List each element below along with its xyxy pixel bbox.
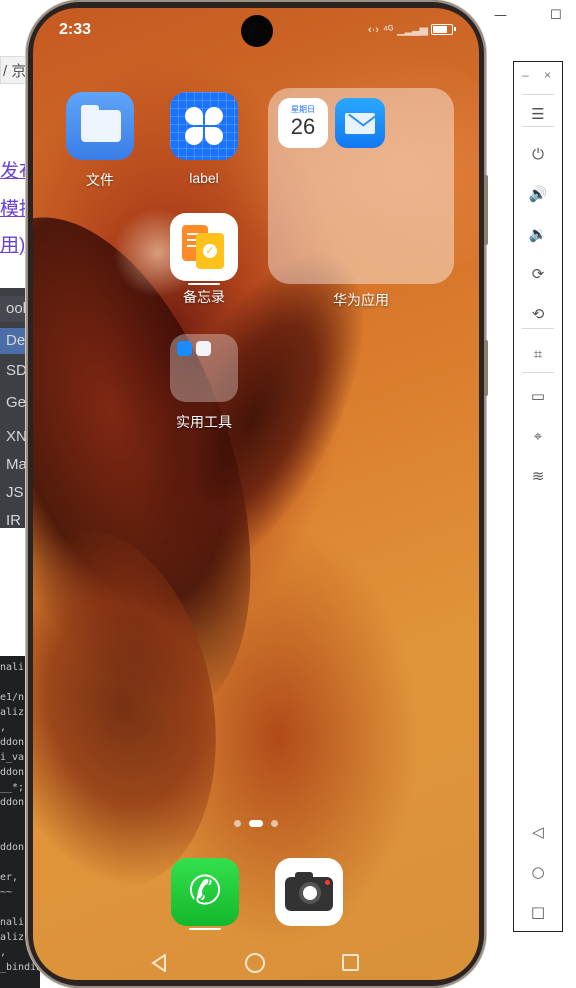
nav-recents-icon[interactable]: □ [523,898,553,926]
page-dot[interactable] [271,820,278,827]
battery-glyph: ▭ [530,387,546,405]
calculator-icon [196,341,211,356]
toolbar-divider [522,94,554,95]
tools-folder-icon [170,334,238,402]
toolbar-close-button[interactable]: × [544,68,551,82]
back-icon[interactable] [151,954,167,972]
host-window-controls: — ☐ [470,0,576,30]
toolbar-divider [522,328,554,329]
rotate-back-glyph: ⟲ [531,305,545,323]
status-time: 2:33 [59,21,92,38]
signal-icon: ⁴ᴳ [382,23,394,36]
volume-down-glyph: 🔉 [528,225,548,243]
app-memo[interactable]: ✓ 备忘录 [159,213,249,307]
host-maximize-button[interactable]: ☐ [550,8,562,23]
nav-home-glyph: ○ [531,863,545,881]
page-dot[interactable] [234,820,241,827]
battery-icon[interactable]: ▭ [523,382,553,410]
app-label: label [189,170,219,186]
front-camera-hole [241,15,273,47]
phone-icon[interactable]: ✆ [171,858,239,926]
host-minimize-button[interactable]: — [494,8,507,23]
page-dot-active[interactable] [249,820,263,827]
menu-icon[interactable]: ☰ [523,100,553,128]
toolbar-divider [522,126,554,127]
nav-back-icon[interactable]: ◁ [523,818,553,846]
screenshot-crop-glyph: ⌗ [533,345,543,363]
desktop-stage: — ☐ / 京 发布 模拟 用) ools De SD Ge XN Ma JS … [0,0,576,988]
status-icons: ‹·› ⁴ᴳ ▁▂▃▅ [367,23,456,36]
nav-back-glyph: ◁ [532,823,544,841]
volume-down-icon[interactable]: 🔉 [523,220,553,248]
location-icon[interactable]: ⌖ [523,422,553,450]
rotate-back-icon[interactable]: ⟲ [523,300,553,328]
navigation-bar [33,950,479,980]
phone-screen[interactable]: 2:33 ‹·› ⁴ᴳ ▁▂▃▅ 文件 label ✓ 备忘录 实用工具 星期日… [33,8,479,980]
mail-icon[interactable] [335,98,385,148]
folder-tools[interactable]: 实用工具 [159,334,249,432]
signal-bars-icon: ▁▂▃▅ [397,24,428,36]
page-indicator[interactable] [33,820,479,827]
phone-glyph: ✆ [188,869,222,913]
battery-icon [431,24,456,35]
folder-label: 华为应用 [333,292,389,308]
flower-grid-icon [170,92,238,160]
screenshot-crop-icon[interactable]: ⌗ [523,340,553,368]
phone-power-button [484,340,488,396]
running-indicator [188,283,220,285]
calendar-day: 26 [290,114,316,139]
emulator-toolbar: – × ☰ ⏻ 🔊 🔉 ⟳ ⟲ ⌗ ▭ ⌖ ≋ ◁ ○ □ [513,61,563,932]
home-icon[interactable] [245,953,265,973]
location-glyph: ⌖ [533,427,543,445]
app-label: 实用工具 [176,414,232,430]
phone-volume-button [484,175,488,245]
app-label: 文件 [86,172,114,188]
volume-up-glyph: 🔊 [528,185,548,203]
app-label: 备忘录 [183,289,225,305]
power-glyph: ⏻ [532,145,544,163]
rotate-glyph: ⟳ [531,265,545,283]
nav-home-icon[interactable]: ○ [523,858,553,886]
memo-icon: ✓ [170,213,238,281]
toolbar-divider [522,372,554,373]
wifi-glyph: ≋ [531,467,545,485]
running-indicator [189,928,221,930]
contacts-icon [177,341,192,356]
wifi-icon[interactable]: ≋ [523,462,553,490]
volume-up-icon[interactable]: 🔊 [523,180,553,208]
status-bar: 2:33 ‹·› ⁴ᴳ ▁▂▃▅ [33,8,479,52]
calendar-icon[interactable]: 星期日 26 [278,98,328,148]
recents-icon[interactable] [342,954,359,971]
folder-icon [66,92,134,160]
power-icon[interactable]: ⏻ [523,140,553,168]
folder-huawei-apps[interactable]: 星期日 26 [268,88,454,284]
toolbar-header: – × [514,62,562,92]
data-transfer-icon: ‹·› [367,23,379,36]
toolbar-minimize-button[interactable]: – [522,68,529,82]
app-label-app[interactable]: label [159,92,249,186]
menu-glyph: ☰ [531,105,545,123]
camera-icon[interactable] [275,858,343,926]
nav-recents-glyph: □ [530,903,546,921]
battery-fill [433,26,447,33]
rotate-icon[interactable]: ⟳ [523,260,553,288]
app-files[interactable]: 文件 [55,92,145,190]
